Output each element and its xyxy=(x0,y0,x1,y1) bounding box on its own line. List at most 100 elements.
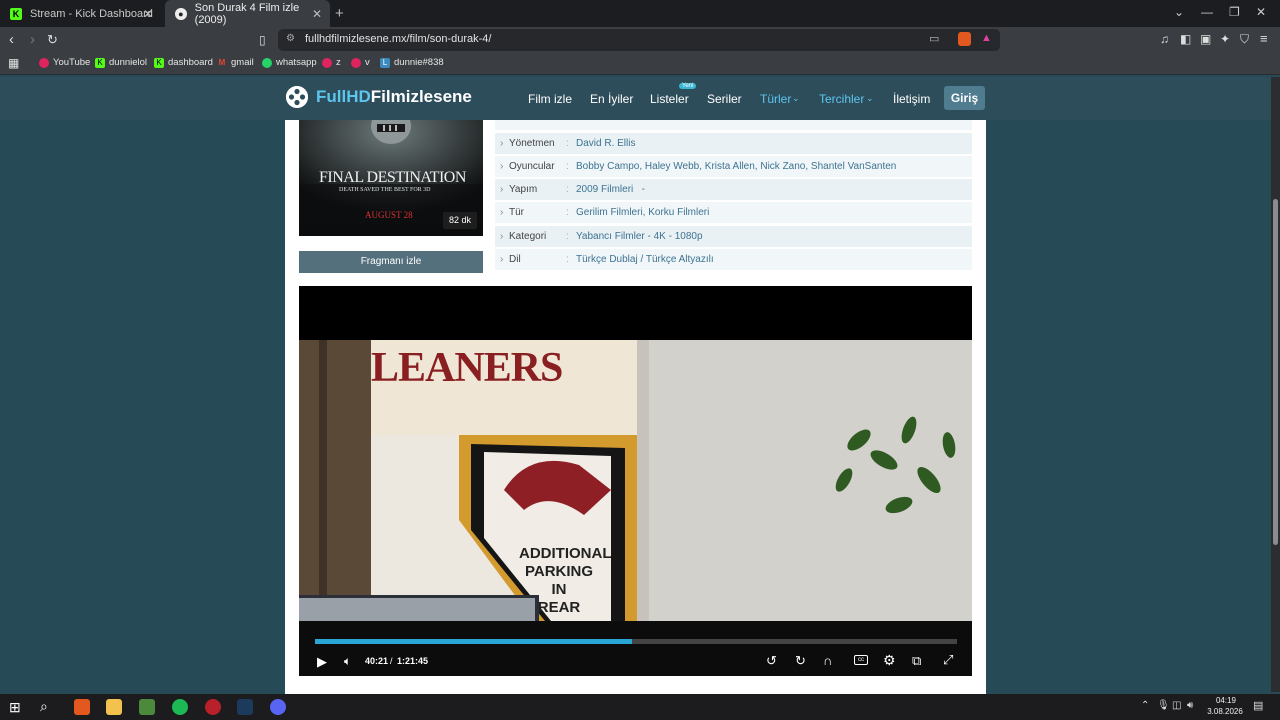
reload-icon[interactable]: ↻ xyxy=(47,32,58,48)
bookmark-z[interactable]: z xyxy=(322,57,341,68)
volume-icon[interactable]: 🔈︎ xyxy=(344,654,351,669)
bookmark-youtube[interactable]: YouTube xyxy=(39,57,90,68)
settings-gear-icon[interactable]: ⚙ xyxy=(883,652,896,669)
progress-track[interactable] xyxy=(315,639,957,644)
notification-icon[interactable]: ▤ xyxy=(1253,699,1263,712)
tab-son-durak[interactable]: ● Son Durak 4 Film izle (2009) ✕ xyxy=(165,0,330,27)
url-text: fullhdfilmizlesene.mx/film/son-durak-4/ xyxy=(305,33,492,45)
site-info-icon[interactable]: ⚙ xyxy=(286,33,295,44)
bookmark-gmail[interactable]: Mgmail xyxy=(217,57,254,68)
rewind-10-icon[interactable]: ↺ xyxy=(766,653,777,669)
info-value-language[interactable]: Türkçe Dublaj / Türkçe Altyazılı xyxy=(576,249,714,270)
info-row-category: › Kategori : Yabancı Filmler - 4K - 1080… xyxy=(495,226,972,247)
info-colon: : xyxy=(566,184,569,195)
poster-title: FINAL DESTINATION xyxy=(319,169,466,186)
minecraft-icon[interactable] xyxy=(139,699,155,715)
current-time: 40:21 xyxy=(365,656,389,666)
nav-turler[interactable]: Türler xyxy=(760,92,791,106)
info-label: Tür xyxy=(509,207,524,218)
windows-start-icon[interactable]: ⊞ xyxy=(9,699,21,716)
file-explorer-icon[interactable] xyxy=(106,699,122,715)
menu-icon[interactable]: ≡ xyxy=(1260,31,1268,46)
chevron-right-icon: › xyxy=(500,161,504,172)
site-header: FullHD Filmizlesene Film izle En İyiler … xyxy=(0,77,1280,120)
brave-rewards-icon[interactable]: ▲ xyxy=(981,32,992,44)
close-icon[interactable]: ✕ xyxy=(143,7,153,21)
scene-sign-line: REAR xyxy=(537,599,581,616)
youtube-icon xyxy=(351,57,361,68)
scene-sign-top: LEANERS xyxy=(371,345,563,391)
info-value-genre[interactable]: Gerilim Filmleri, Korku Filmleri xyxy=(576,202,709,223)
clock-time[interactable]: 04:19 xyxy=(1207,696,1245,705)
back-icon[interactable]: ‹ xyxy=(9,31,14,48)
brave-icon[interactable] xyxy=(74,699,90,715)
site-logo[interactable]: FullHD Filmizlesene xyxy=(286,86,472,108)
bookmark-dunnie[interactable]: Ldunnie#838 xyxy=(380,57,444,68)
info-colon: : xyxy=(566,207,569,218)
tab-kick-dashboard[interactable]: K Stream - Kick Dashboard xyxy=(0,0,165,27)
chevron-up-icon[interactable]: ⌃ xyxy=(1141,700,1149,711)
minimize-icon[interactable]: — xyxy=(1201,5,1213,19)
chevron-down-icon: ⌄ xyxy=(792,93,800,103)
sidebar-icon[interactable]: ◧ xyxy=(1180,32,1191,46)
chevron-down-icon[interactable]: ⌄ xyxy=(1174,5,1184,19)
bookmark-dunnielol[interactable]: Kdunnielol xyxy=(95,57,147,68)
discord-icon[interactable] xyxy=(270,699,286,715)
login-button[interactable]: Giriş xyxy=(944,86,985,110)
chevron-right-icon: › xyxy=(500,231,504,242)
forward-10-icon[interactable]: ↻ xyxy=(795,653,806,669)
film-reel-icon: ● xyxy=(175,7,187,20)
info-value-year[interactable]: 2009 Filmleri - xyxy=(576,179,645,200)
apps-grid-icon[interactable]: ▦ xyxy=(8,56,19,70)
fullscreen-icon[interactable]: ⤢ xyxy=(943,652,953,668)
steam-icon[interactable] xyxy=(237,699,253,715)
pip-icon[interactable]: ⧉ xyxy=(912,653,921,669)
bookmark-v[interactable]: v xyxy=(351,57,370,68)
scene-sign-line: ADDITIONAL xyxy=(519,545,612,562)
nav-seriler[interactable]: Seriler xyxy=(707,92,742,106)
media-icon[interactable]: ♫ xyxy=(1160,32,1169,46)
new-tab-icon[interactable]: + xyxy=(335,5,344,22)
play-icon[interactable]: ▶ xyxy=(317,654,327,670)
info-label: Kategori xyxy=(509,231,547,242)
info-value-category[interactable]: Yabancı Filmler - 4K - 1080p xyxy=(576,226,703,247)
clock-date[interactable]: 3.08.2026 xyxy=(1201,707,1249,716)
info-label: Yapım xyxy=(509,184,538,195)
cast-icon[interactable]: ▭ xyxy=(929,32,939,45)
leo-ai-icon[interactable]: ✦ xyxy=(1220,32,1230,46)
headphones-icon[interactable]: ∩ xyxy=(823,653,832,668)
speaker-icon[interactable]: 🔊︎ xyxy=(1187,700,1193,711)
info-value-cast[interactable]: Bobby Campo, Haley Webb, Krista Allen, N… xyxy=(576,156,896,177)
tab-title: Son Durak 4 Film izle (2009) xyxy=(194,1,300,26)
nav-listeler[interactable]: Listeler xyxy=(650,92,689,106)
info-row-genre: › Tür : Gerilim Filmleri, Korku Filmleri xyxy=(495,202,972,223)
bookmark-dashboard[interactable]: Kdashboard xyxy=(154,57,213,68)
movie-poster[interactable]: FINAL DESTINATION DEATH SAVED THE BEST F… xyxy=(299,120,483,236)
nav-tercihler[interactable]: Tercihler xyxy=(819,92,864,106)
address-bar[interactable]: ⚙ fullhdfilmizlesene.mx/film/son-durak-4… xyxy=(278,29,1000,51)
video-player[interactable]: LEANERS ADDITIONAL PARKING IN REAR ▶ 🔈︎ … xyxy=(299,286,972,676)
page-scrollbar[interactable] xyxy=(1271,77,1280,692)
forward-icon[interactable]: › xyxy=(30,31,35,48)
captions-icon[interactable]: cc xyxy=(854,655,868,665)
nav-en-iyiler[interactable]: En İyiler xyxy=(590,92,633,106)
brave-shields-icon[interactable] xyxy=(958,32,971,46)
trailer-button[interactable]: Fragmanı izle xyxy=(299,251,483,273)
wallet-icon[interactable]: ▣ xyxy=(1200,32,1211,46)
nav-iletisim[interactable]: İletişim xyxy=(893,92,930,106)
bookmark-label: v xyxy=(365,57,370,68)
info-value-director[interactable]: David R. Ellis xyxy=(576,133,635,154)
nav-film-izle[interactable]: Film izle xyxy=(528,92,572,106)
restore-icon[interactable]: ❐ xyxy=(1229,5,1240,19)
bookmark-whatsapp[interactable]: whatsapp xyxy=(262,57,317,68)
search-icon[interactable]: ⌕ xyxy=(40,698,48,715)
network-icon[interactable]: ◫ xyxy=(1172,700,1181,711)
vpn-icon[interactable]: ⛉ xyxy=(1240,32,1249,47)
close-window-icon[interactable]: ✕ xyxy=(1256,5,1266,19)
close-icon[interactable]: ✕ xyxy=(312,7,322,21)
scrollbar-thumb[interactable] xyxy=(1273,199,1278,545)
microphone-icon[interactable]: 🎙︎ xyxy=(1157,700,1170,711)
app-icon[interactable] xyxy=(205,699,221,715)
spotify-icon[interactable] xyxy=(172,699,188,715)
bookmark-icon[interactable]: ▯ xyxy=(259,33,266,47)
